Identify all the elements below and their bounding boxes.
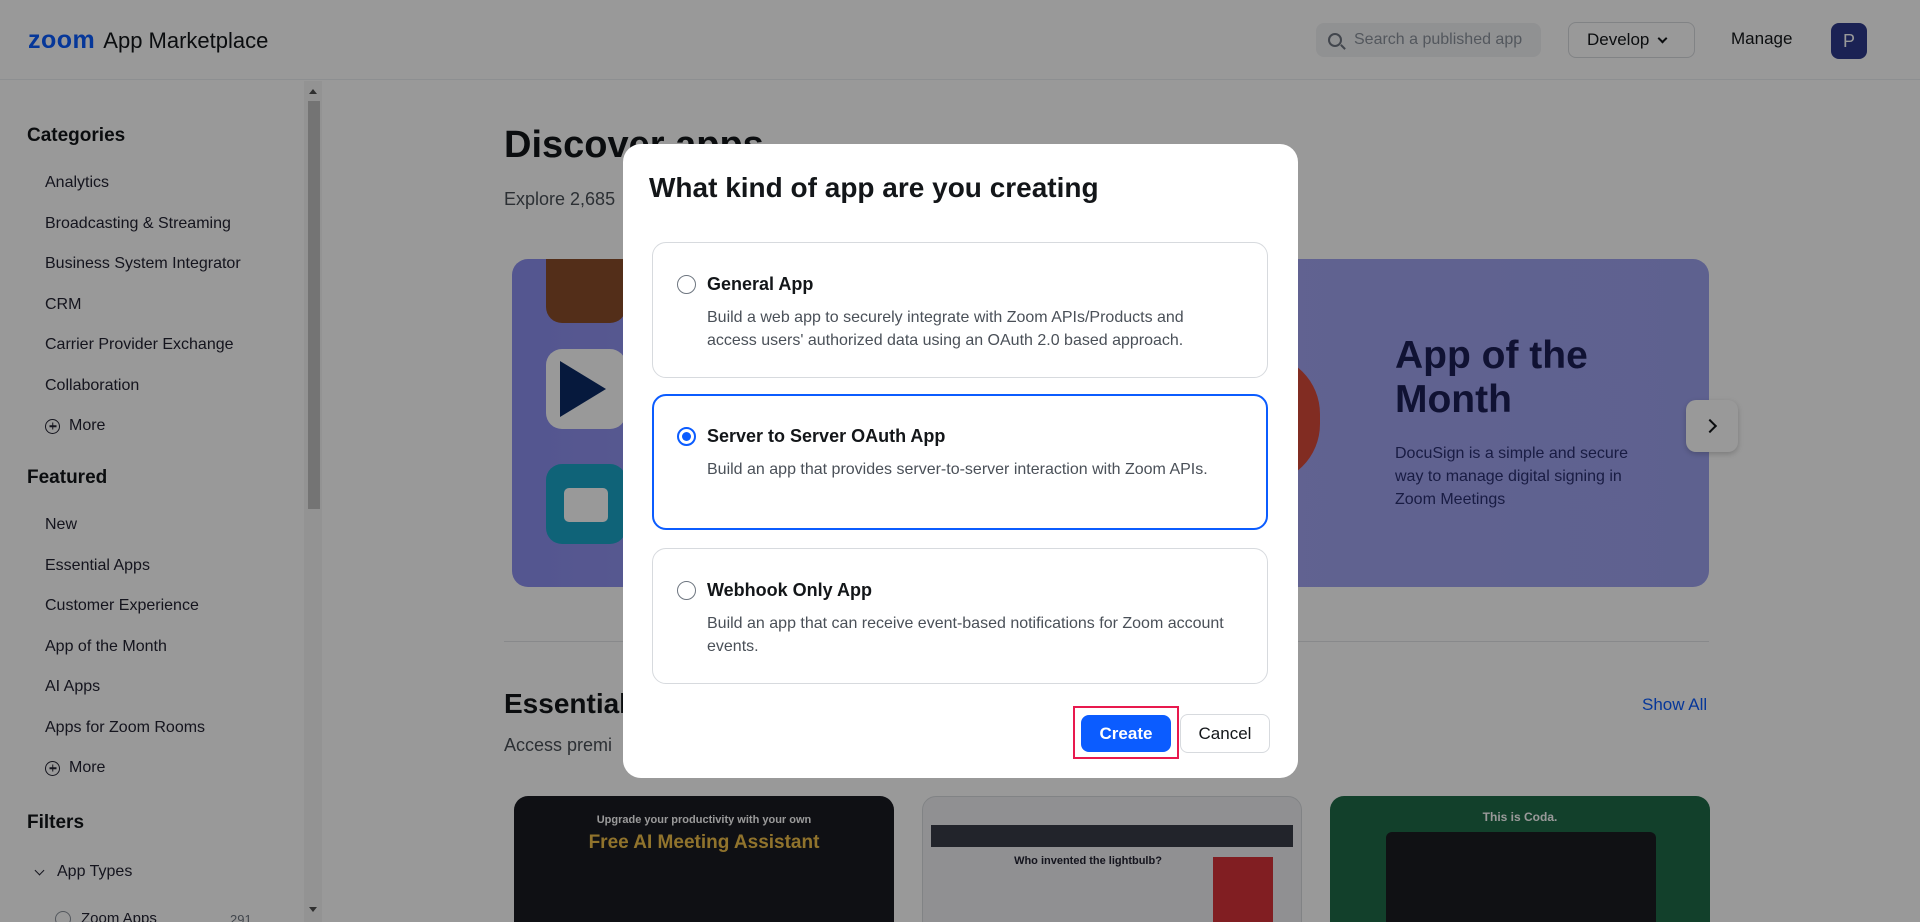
option-description: Build an app that provides server-to-ser… [707,461,1208,478]
radio-button[interactable] [677,427,696,446]
option-description: Build an app that can receive event-base… [707,615,1224,655]
dialog-title: What kind of app are you creating [649,172,1099,203]
option-general-app[interactable]: General App Build a web app to securely … [652,242,1268,378]
radio-button[interactable] [677,275,696,294]
cancel-button[interactable]: Cancel [1180,714,1270,753]
option-title: Webhook Only App [707,580,872,600]
option-title: Server to Server OAuth App [707,426,946,446]
option-title: General App [707,274,814,294]
create-app-dialog: What kind of app are you creating Genera… [623,144,1298,778]
option-webhook-only-app[interactable]: Webhook Only App Build an app that can r… [652,548,1268,684]
radio-button[interactable] [677,581,696,600]
create-button[interactable]: Create [1081,715,1171,752]
option-server-to-server-oauth-app[interactable]: Server to Server OAuth App Build an app … [652,394,1268,530]
option-description: Build a web app to securely integrate wi… [707,309,1184,349]
